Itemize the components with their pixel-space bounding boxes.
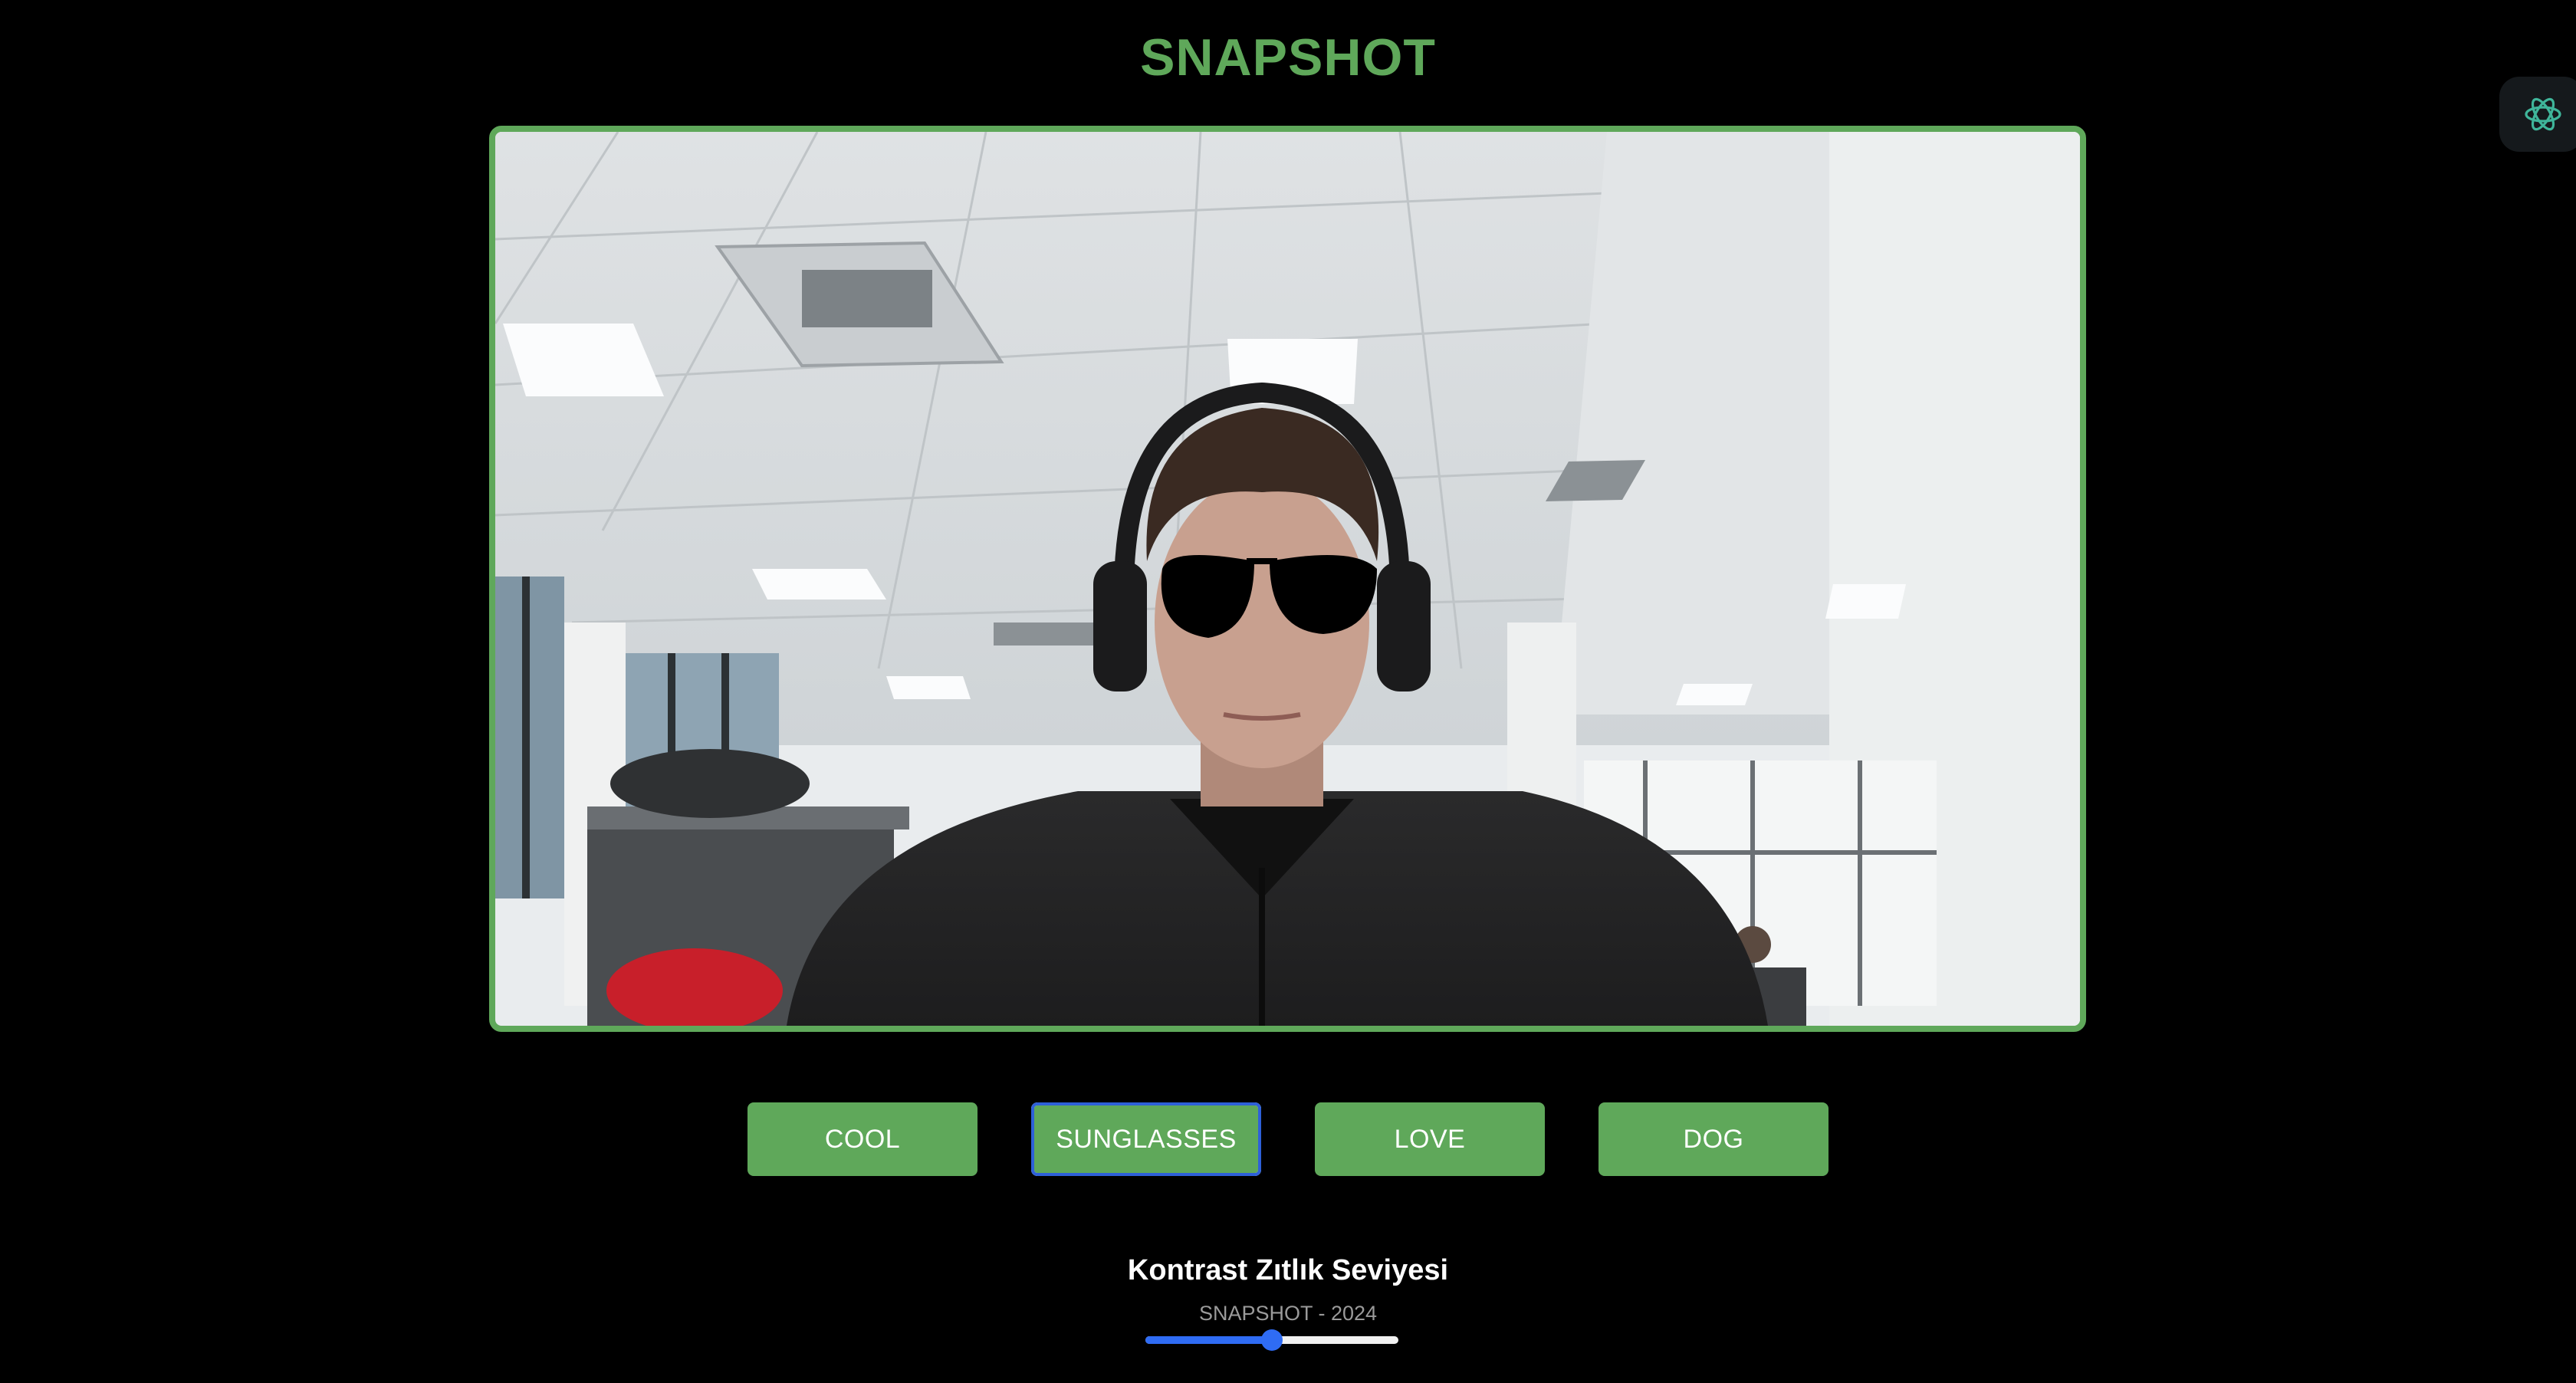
filter-cool-button[interactable]: COOL xyxy=(748,1102,978,1176)
filter-love-button[interactable]: LOVE xyxy=(1315,1102,1545,1176)
slider-thumb[interactable] xyxy=(1261,1329,1283,1351)
extension-badge[interactable] xyxy=(2499,77,2576,152)
filter-buttons: COOL SUNGLASSES LOVE DOG xyxy=(748,1102,1829,1176)
page-title: SNAPSHOT xyxy=(1140,28,1436,87)
filter-dog-button[interactable]: DOG xyxy=(1598,1102,1829,1176)
filter-sunglasses-button[interactable]: SUNGLASSES xyxy=(1031,1102,1261,1176)
camera-feed xyxy=(495,132,2080,1026)
footer-text: SNAPSHOT - 2024 xyxy=(1198,1302,1378,1325)
slider-fill xyxy=(1145,1336,1272,1344)
camera-preview xyxy=(489,126,2086,1032)
ai-assistant-icon xyxy=(2525,97,2561,131)
snapshot-app: SNAPSHOT COOL SUNGLASSES LOVE DOG Kontra… xyxy=(0,0,2576,1383)
contrast-slider[interactable] xyxy=(1145,1329,1398,1351)
contrast-section: Kontrast Zıtlık Seviyesi xyxy=(0,1254,2576,1287)
contrast-label: Kontrast Zıtlık Seviyesi xyxy=(1127,1254,1449,1286)
